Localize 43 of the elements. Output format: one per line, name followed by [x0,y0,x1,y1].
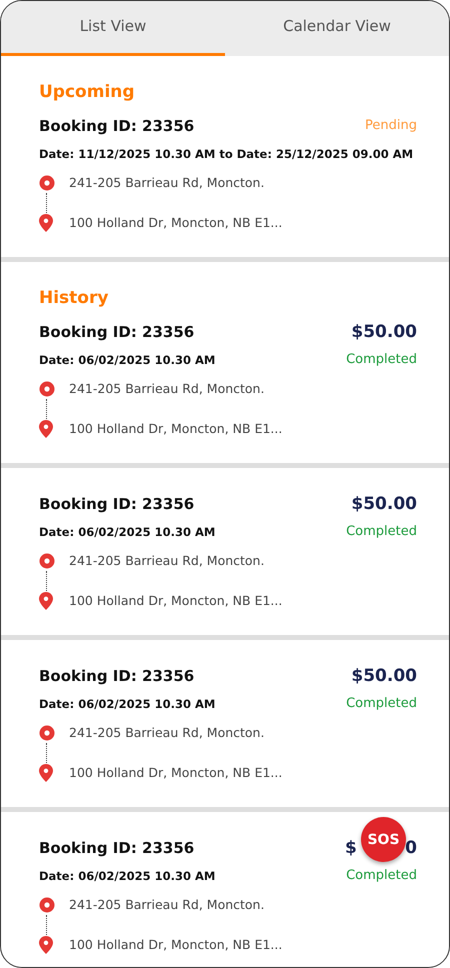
price: $50.00 [351,665,417,688]
pickup-address: 241-205 Barrieau Rd, Moncton. [69,896,264,914]
dropoff-address: 100 Holland Dr, Moncton, NB E1... [69,214,282,232]
dropoff-address: 100 Holland Dr, Moncton, NB E1... [69,764,282,782]
booking-status: Completed [346,867,417,885]
pickup-address: 241-205 Barrieau Rd, Moncton. [69,380,264,398]
map-pin-icon [39,936,53,954]
booking-status: Pending [365,117,417,135]
map-pin-icon [39,764,53,782]
booking-date: Date: 06/02/2025 10.30 AM [39,524,216,541]
pickup-dot-icon [39,897,55,913]
price-fragment: $ [345,837,357,860]
booking-status: Completed [346,351,417,369]
booking-date: Date: 06/02/2025 10.30 AM [39,696,216,713]
pickup-dot-icon [39,553,55,569]
booking-id: Booking ID: 23356 [39,838,194,859]
pickup-address: 241-205 Barrieau Rd, Moncton. [69,724,264,742]
map-pin-icon [39,592,53,610]
pickup-address: 241-205 Barrieau Rd, Moncton. [69,552,264,570]
booking-id: Booking ID: 23356 [39,116,194,137]
price: $50.00 [351,493,417,516]
dropoff-address: 100 Holland Dr, Moncton, NB E1... [69,420,282,438]
pickup-address: 241-205 Barrieau Rd, Moncton. [69,174,264,192]
price: $50.00 [351,321,417,344]
view-tab[interactable]: List View [1,1,225,56]
dropoff-address: 100 Holland Dr, Moncton, NB E1... [69,936,282,954]
map-pin-icon [39,214,53,232]
booking-status: Completed [346,523,417,541]
booking-id: Booking ID: 23356 [39,322,194,343]
pickup-dot-icon [39,381,55,397]
booking-date: Date: 06/02/2025 10.30 AM [39,352,216,369]
booking-date: Date: 11/12/2025 10.30 AM to Date: 25/12/2025 09.00 AM [39,146,414,163]
section-title: History [39,287,110,310]
booking-date: Date: 06/02/2025 10.30 AM [39,868,216,885]
dropoff-address: 100 Holland Dr, Moncton, NB E1... [69,592,282,610]
booking-status: Completed [346,695,417,713]
section-title: Upcoming [39,81,136,104]
pickup-dot-icon [39,725,55,741]
map-pin-icon [39,420,53,438]
booking-id: Booking ID: 23356 [39,494,194,515]
price-fragment: 0 [405,837,417,860]
booking-id: Booking ID: 23356 [39,666,194,687]
pickup-dot-icon [39,175,55,191]
